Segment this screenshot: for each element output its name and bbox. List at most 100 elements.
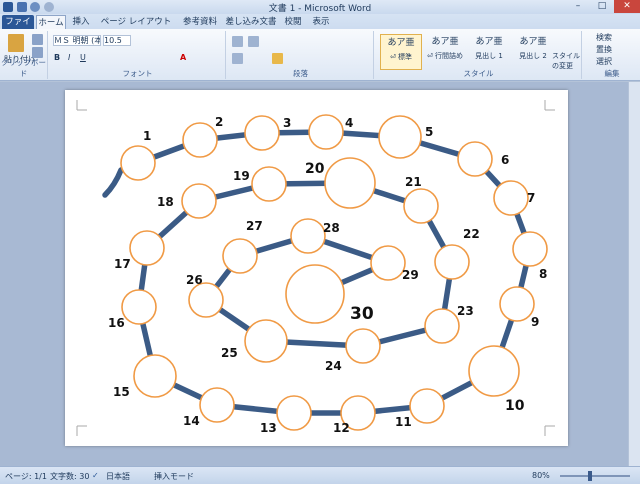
maze-circle-8 [512,231,548,267]
clipboard-label: クリップボード [1,58,46,78]
window-title: 文書 1 - Microsoft Word [268,4,372,14]
maze-number-24: 24 [325,359,342,373]
word-count[interactable]: 文字数: 30 [50,471,89,482]
maze-number-26: 26 [186,273,203,287]
maze-number-11: 11 [395,415,412,429]
maze-circle-3 [244,115,280,151]
zoom-level[interactable]: 80% [532,471,550,480]
maze-circle-4 [308,114,344,150]
maze-circle-17 [129,230,165,266]
cut-icon[interactable] [32,34,43,45]
maze-circle-10 [468,345,520,397]
zoom-slider[interactable] [560,475,630,477]
insert-mode[interactable]: 挿入モード [154,471,194,482]
replace-button[interactable]: 置換 [596,45,612,55]
style-normal[interactable]: あア亜 ⏎ 標準 [380,34,422,70]
maze-number-15: 15 [113,385,130,399]
editing-group: 検索 置換 選択 編集 [584,31,640,79]
maze-circle-19 [251,166,287,202]
style-heading-1[interactable]: あア亜見出し 1 [468,34,510,70]
ribbon: 貼り付け クリップボード ＭＳ 明朝 (本 10.5 B I U A フォント … [0,29,640,81]
maze-number-7: 7 [527,191,535,205]
style-no-spacing[interactable]: あア亜 ⏎ 行間詰め [424,34,466,70]
tab-view[interactable]: 表示 [308,15,334,29]
font-group: ＭＳ 明朝 (本 10.5 B I U A フォント [50,31,226,79]
maze-circle-18 [181,183,217,219]
vertical-scrollbar[interactable] [628,82,640,466]
maze-number-28: 28 [323,221,340,235]
maze-number-19: 19 [233,169,250,183]
editing-label: 編集 [604,69,620,78]
maze-circle-23 [424,308,460,344]
maximize-button[interactable]: □ [590,0,614,13]
style-normal-label: ⏎ 標準 [389,53,413,61]
maze-circle-28 [290,218,326,254]
font-color-icon[interactable]: A [180,53,186,63]
tab-review[interactable]: 校閲 [280,15,306,29]
zoom-thumb[interactable] [588,471,592,481]
maze-circle-24 [345,328,381,364]
maze-number-21: 21 [405,175,422,189]
tab-file[interactable]: ファイル [2,15,34,41]
select-button[interactable]: 選択 [596,57,612,67]
maze-circle-16 [121,289,157,325]
align-left-icon[interactable] [232,53,243,64]
font-size-select[interactable]: 10.5 [103,35,131,46]
maze-number-9: 9 [531,315,539,329]
maze-number-17: 17 [114,257,131,271]
styles-label: スタイル [463,69,494,78]
paste-icon[interactable] [8,34,24,52]
font-label: フォント [122,69,153,78]
maze-number-27: 27 [246,219,263,233]
maze-number-8: 8 [539,267,547,281]
style-heading-2-label: 見出し 2 [519,52,547,60]
maze-circle-1 [120,145,156,181]
maze-number-25: 25 [221,346,238,360]
maze-circle-2 [182,122,218,158]
close-button[interactable]: ✕ [614,0,640,13]
tab-insert[interactable]: 挿入 [68,15,94,29]
underline-button[interactable]: U [80,53,86,63]
tab-home[interactable]: ホーム [36,15,66,29]
style-heading-2-sample: あア亜 [519,37,547,47]
maze-number-18: 18 [157,195,174,209]
tab-references[interactable]: 参考資料 [178,15,222,29]
maze-number-6: 6 [501,153,509,167]
maze-circle-6 [457,141,493,177]
title-bar: 文書 1 - Microsoft Word – □ ✕ [0,0,640,14]
maze-number-2: 2 [215,115,223,129]
style-heading-1-sample: あア亜 [475,37,503,47]
maze-number-23: 23 [457,304,474,318]
bullets-icon[interactable] [232,36,243,47]
maze-number-30: 30 [350,304,374,324]
maze-number-13: 13 [260,421,277,435]
align-justify-icon[interactable] [272,53,283,64]
maze-circle-29 [370,245,406,281]
maze-number-5: 5 [425,125,433,139]
maze-number-3: 3 [283,116,291,130]
page-count[interactable]: ページ: 1/1 [5,471,47,482]
tab-mailings[interactable]: 差し込み文書 [224,15,278,29]
italic-button[interactable]: I [68,53,70,63]
bold-button[interactable]: B [54,53,60,63]
status-bar: ページ: 1/1 文字数: 30 ✓ 日本語 挿入モード 80% [0,466,640,484]
proofing-icon[interactable]: ✓ [92,471,99,480]
find-button[interactable]: 検索 [596,33,612,43]
maze-number-1: 1 [143,129,151,143]
maze-circle-27 [222,238,258,274]
ribbon-tabs: ファイル ホーム 挿入 ページ レイアウト 参考資料 差し込み文書 校閲 表示 [0,14,640,41]
style-heading-2[interactable]: あア亜見出し 2 [512,34,554,70]
numbering-icon[interactable] [248,36,259,47]
maze-circle-14 [199,387,235,423]
font-name-select[interactable]: ＭＳ 明朝 (本 [53,35,101,46]
language[interactable]: 日本語 [106,471,130,482]
tab-page-layout[interactable]: ページ レイアウト [96,15,176,29]
maze-circle-20 [324,157,376,209]
styles-group: あア亜 ⏎ 標準 あア亜 ⏎ 行間詰め あア亜 見出し 1 あア亜 見出し 2 スタイル… [376,31,582,79]
maze-number-4: 4 [345,116,353,130]
clipboard-group: 貼り付け クリップボード [0,31,48,79]
minimize-button[interactable]: – [566,0,590,13]
style-no-spacing-sample: あア亜 [431,37,459,47]
style-heading-1-label: 見出し 1 [475,52,503,60]
document-page[interactable]: 1 2 3 4 5 6 7 8 9 10 11 12 13 14 15 16 17 18 19 20 21 22 23 24 2… [65,90,568,446]
